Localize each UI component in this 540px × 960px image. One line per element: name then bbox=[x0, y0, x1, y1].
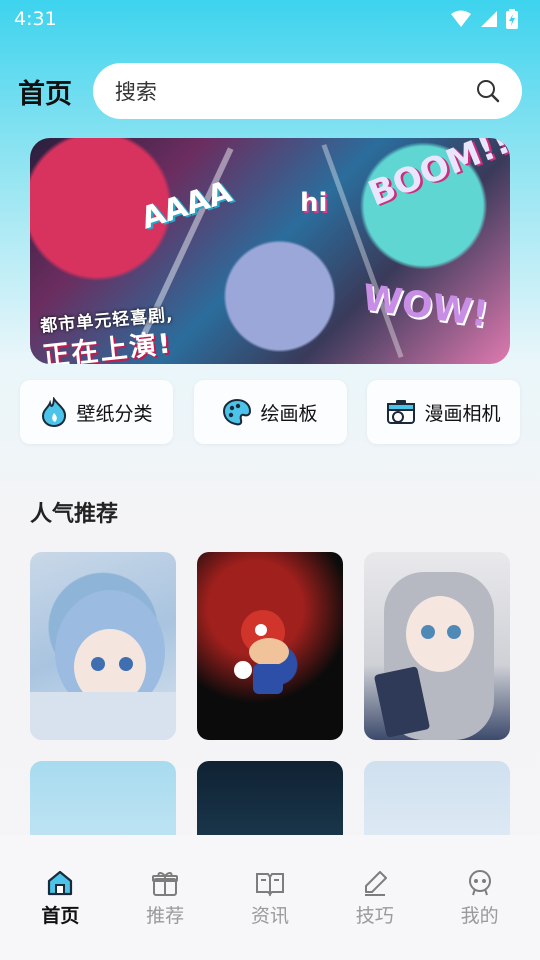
quick-action-label: 壁纸分类 bbox=[76, 402, 153, 425]
search-placeholder: 搜索 bbox=[114, 80, 157, 104]
banner-text-boom: BOOM!! bbox=[362, 138, 510, 215]
status-icons bbox=[450, 9, 518, 29]
gift-icon bbox=[152, 872, 179, 896]
wallpaper-card[interactable] bbox=[30, 552, 176, 740]
wallpaper-card[interactable] bbox=[364, 761, 510, 842]
wallpaper-card[interactable] bbox=[30, 761, 176, 842]
status-bar: 4:31 bbox=[0, 0, 540, 38]
status-time: 4:31 bbox=[14, 8, 57, 30]
battery-icon bbox=[506, 9, 518, 29]
section-title: 人气推荐 bbox=[30, 502, 119, 527]
wallpaper-card[interactable] bbox=[197, 761, 343, 842]
quick-actions: 壁纸分类 绘画板 漫画相机 bbox=[20, 380, 520, 444]
tab-tips[interactable]: 技巧 bbox=[325, 835, 425, 960]
quick-action-label: 绘画板 bbox=[260, 402, 318, 425]
palette-icon bbox=[223, 398, 252, 426]
fire-drop-icon bbox=[42, 397, 67, 427]
drawing-board-button[interactable]: 绘画板 bbox=[193, 380, 347, 444]
comic-camera-button[interactable]: 漫画相机 bbox=[367, 380, 520, 444]
wallpaper-image bbox=[374, 572, 494, 740]
banner-text-wow: WOW! bbox=[359, 277, 491, 336]
pen-icon bbox=[364, 871, 387, 896]
camera-icon bbox=[387, 400, 416, 424]
wifi-icon bbox=[451, 10, 471, 27]
header: 首页 搜索 bbox=[0, 62, 540, 120]
page-title: 首页 bbox=[18, 78, 72, 110]
home-icon bbox=[48, 870, 73, 896]
wallpaper-image bbox=[30, 590, 176, 740]
tab-label: 技巧 bbox=[355, 905, 394, 927]
wallpaper-image bbox=[234, 610, 289, 694]
tab-news[interactable]: 资讯 bbox=[220, 835, 320, 960]
banner-text-aaaa: AAAA bbox=[136, 174, 237, 237]
quick-action-label: 漫画相机 bbox=[424, 402, 501, 425]
tab-label: 首页 bbox=[41, 905, 80, 927]
tab-profile[interactable]: 我的 bbox=[430, 835, 530, 960]
wallpaper-card[interactable] bbox=[364, 552, 510, 740]
bottom-tab-bar: 首页 推荐 资讯 技巧 我的 bbox=[0, 835, 540, 960]
wallpaper-category-button[interactable]: 壁纸分类 bbox=[20, 380, 173, 444]
recommend-grid bbox=[30, 552, 510, 842]
tab-label: 我的 bbox=[460, 905, 499, 927]
tab-home[interactable]: 首页 bbox=[10, 835, 110, 960]
wallpaper-card[interactable] bbox=[197, 552, 343, 740]
book-icon bbox=[255, 873, 284, 897]
promo-banner[interactable]: AAAA hi BOOM!! WOW! 都市单元轻喜剧, 正在上演! bbox=[30, 138, 510, 364]
tab-label: 资讯 bbox=[250, 905, 289, 927]
tab-recommend[interactable]: 推荐 bbox=[115, 835, 215, 960]
signal-icon bbox=[481, 11, 497, 27]
search-input[interactable]: 搜索 bbox=[92, 63, 522, 119]
tab-label: 推荐 bbox=[146, 905, 185, 927]
profile-icon bbox=[468, 870, 491, 896]
banner-text-hi: hi bbox=[300, 188, 328, 218]
search-icon[interactable] bbox=[476, 79, 500, 103]
